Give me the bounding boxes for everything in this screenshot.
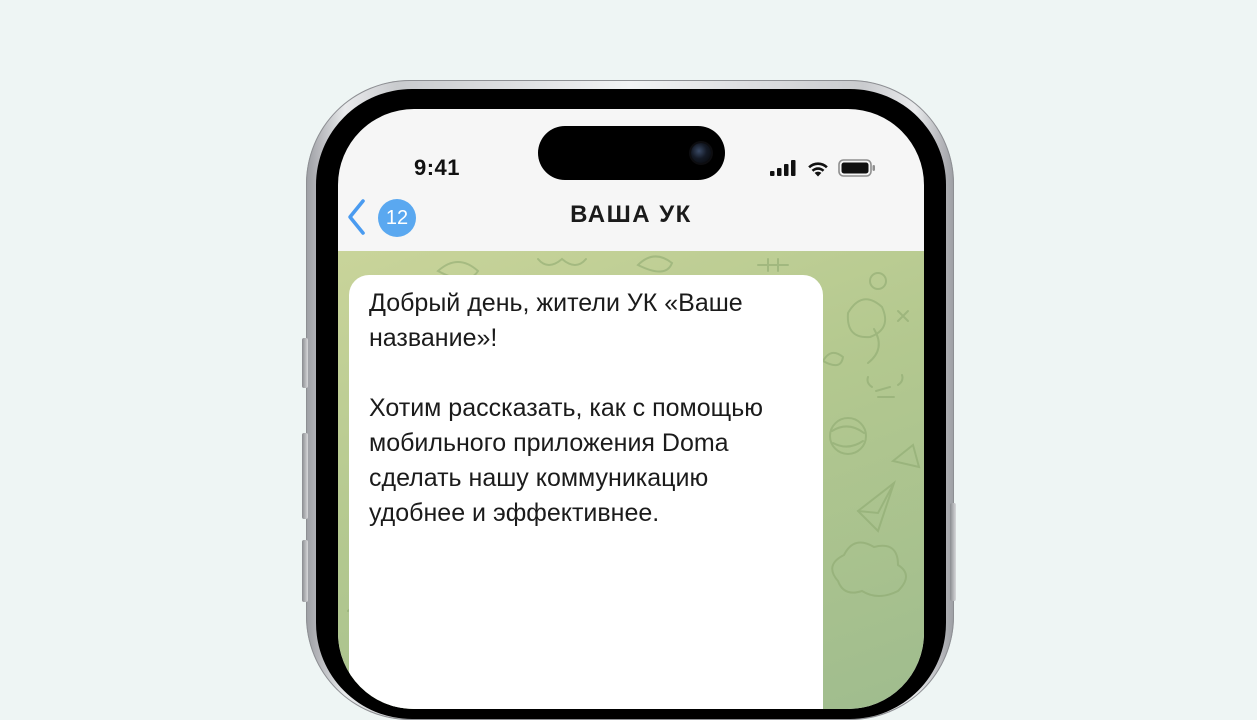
battery-icon: [838, 159, 875, 177]
status-time: 9:41: [414, 155, 461, 180]
wifi-icon: [808, 161, 828, 176]
message-body: Хотим рассказать, как с помощью мобильно…: [369, 394, 763, 527]
phone-screen: 9:41 12 ВАША УК Добрый день, жители УК «…: [338, 109, 924, 709]
message-greeting: Добрый день, жители УК «Ваше название»!: [369, 289, 743, 352]
chat-title: ВАША УК: [570, 201, 692, 228]
message-bubble[interactable]: Добрый день, жители УК «Ваше название»! …: [349, 275, 823, 709]
volume-down-button: [302, 540, 308, 602]
action-button: [302, 338, 308, 388]
power-button: [950, 503, 956, 601]
cellular-signal-icon: [770, 160, 796, 176]
status-icons: [770, 159, 876, 177]
chat-area: Добрый день, жители УК «Ваше название»! …: [338, 251, 924, 709]
front-camera-icon: [691, 143, 711, 163]
chat-header: 12 ВАША УК: [338, 191, 924, 251]
dynamic-island: [538, 126, 725, 180]
volume-up-button: [302, 433, 308, 519]
